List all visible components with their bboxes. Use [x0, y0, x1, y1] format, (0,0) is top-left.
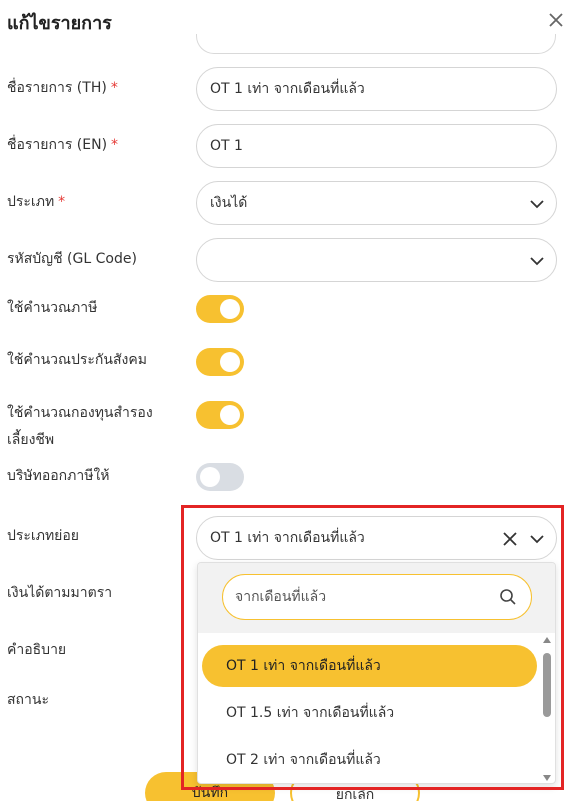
previous-field-edge [196, 34, 556, 54]
description-label: คำอธิบาย [7, 642, 67, 658]
toggle-knob [220, 299, 240, 319]
calc-social-label: ใช้คำนวณประกันสังคม [7, 352, 147, 368]
close-icon[interactable] [546, 10, 566, 30]
scroll-thumb[interactable] [543, 653, 551, 717]
toggle-knob [200, 467, 220, 487]
chevron-down-icon [530, 257, 544, 266]
income-section-label: เงินได้ตามมาตรา [7, 585, 113, 601]
search-icon [500, 589, 516, 605]
dropdown-option[interactable]: OT 1.5 เท่า จากเดือนที่แล้ว [202, 692, 537, 734]
scroll-up-arrow-icon[interactable] [543, 637, 551, 643]
dropdown-search-input[interactable]: จากเดือนที่แล้ว [222, 574, 532, 620]
toggle-knob [220, 405, 240, 425]
subtype-dropdown: จากเดือนที่แล้ว OT 1 เท่า จากเดือนที่แล้… [197, 562, 556, 784]
subtype-label: ประเภทย่อย [7, 528, 79, 544]
calc-tax-label: ใช้คำนวณภาษี [7, 300, 98, 316]
calc-fund-label-line1: ใช้คำนวณกองทุนสำรอง [7, 405, 153, 421]
clear-icon[interactable] [501, 530, 519, 548]
scroll-down-arrow-icon[interactable] [543, 775, 551, 781]
calc-tax-toggle[interactable] [196, 295, 244, 323]
type-select[interactable]: เงินได้ [196, 181, 557, 225]
calc-fund-label-line2: เลี้ยงชีพ [7, 432, 55, 448]
type-label: ประเภท * [7, 194, 66, 210]
calc-fund-toggle[interactable] [196, 401, 244, 429]
dropdown-option[interactable]: OT 1 เท่า จากเดือนที่แล้ว [202, 645, 537, 687]
name-th-label: ชื่อรายการ (TH) * [7, 80, 118, 96]
name-en-label: ชื่อรายการ (EN) * [7, 137, 119, 153]
chevron-down-icon [530, 200, 544, 209]
company-tax-label: บริษัทออกภาษีให้ [7, 468, 110, 484]
status-label: สถานะ [7, 692, 49, 708]
name-en-input[interactable]: OT 1 [196, 124, 557, 168]
gl-code-select[interactable] [196, 238, 557, 282]
chevron-down-icon[interactable] [528, 530, 546, 548]
toggle-knob [220, 352, 240, 372]
subtype-select[interactable]: OT 1 เท่า จากเดือนที่แล้ว [196, 516, 557, 560]
dropdown-scrollbar[interactable] [540, 635, 554, 783]
company-tax-toggle[interactable] [196, 463, 244, 491]
name-th-input[interactable]: OT 1 เท่า จากเดือนที่แล้ว [196, 67, 557, 111]
dropdown-option[interactable]: OT 2 เท่า จากเดือนที่แล้ว [202, 739, 537, 781]
dropdown-search-area: จากเดือนที่แล้ว [198, 563, 555, 633]
gl-code-label: รหัสบัญชี (GL Code) [7, 251, 137, 267]
calc-social-toggle[interactable] [196, 348, 244, 376]
dialog-title: แก้ไขรายการ [7, 13, 112, 34]
